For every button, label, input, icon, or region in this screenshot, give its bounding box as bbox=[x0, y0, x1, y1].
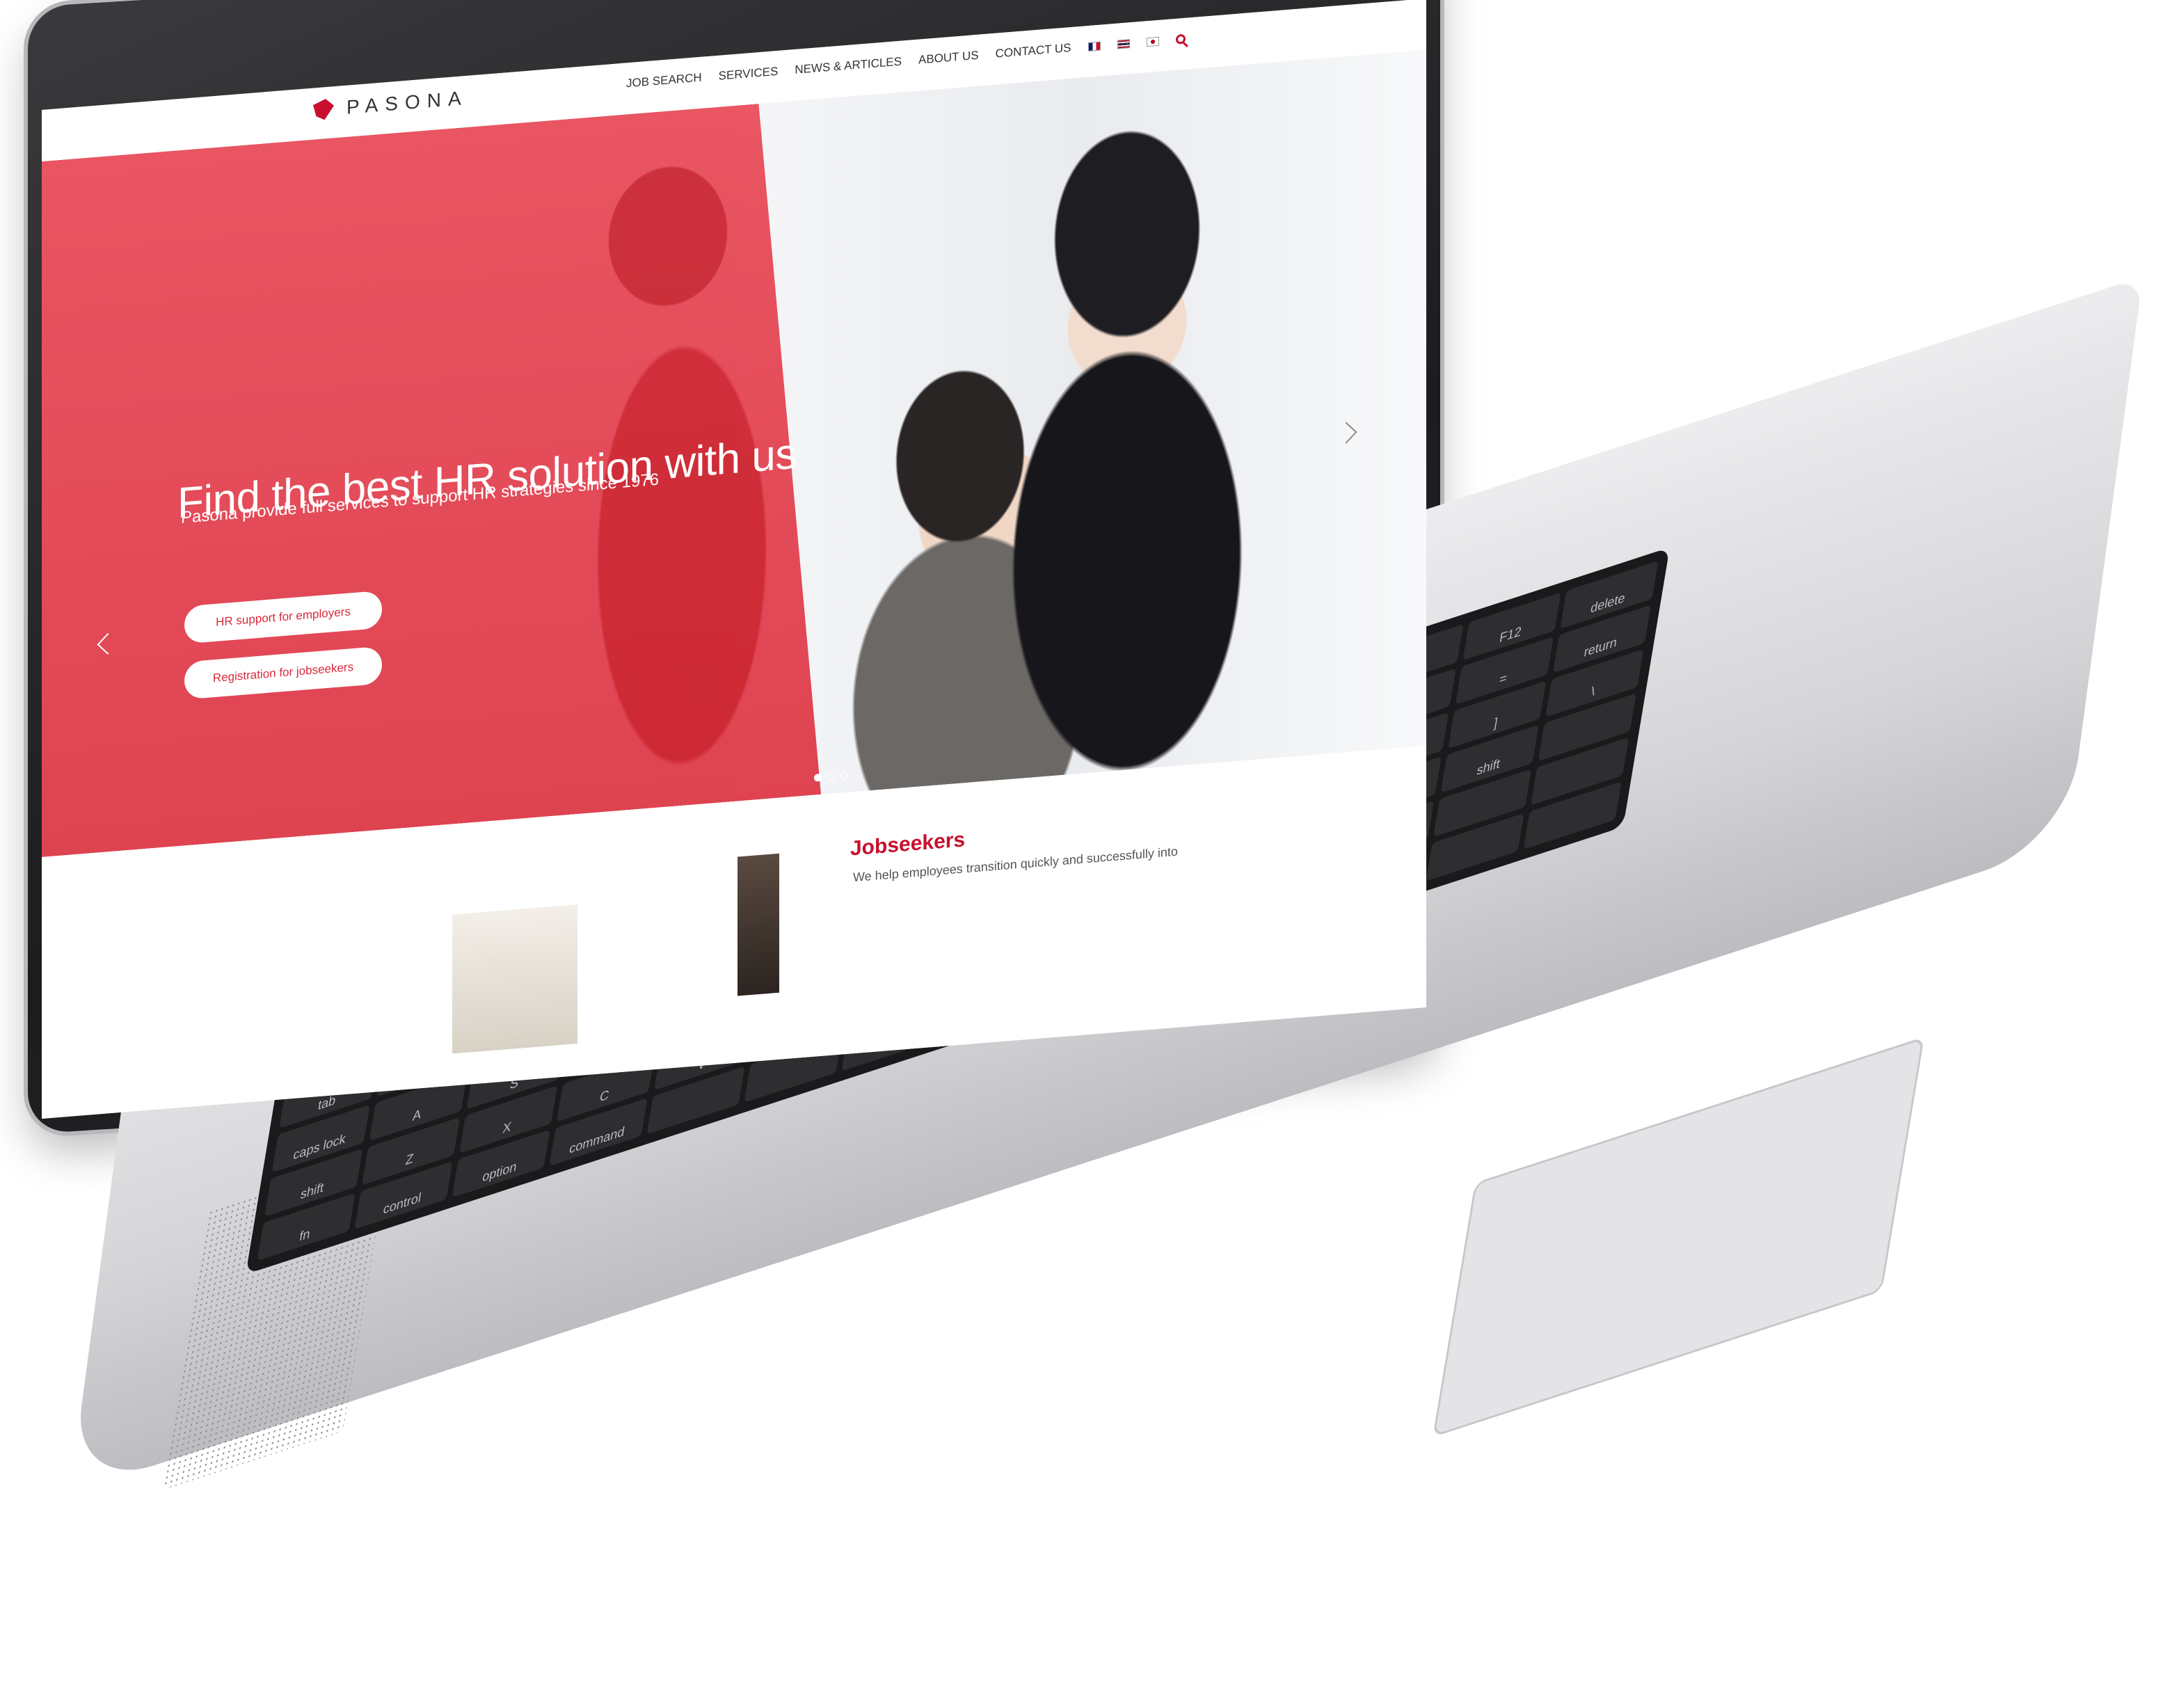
nav-contact-us[interactable]: CONTACT US bbox=[996, 41, 1071, 61]
flag-en-icon[interactable] bbox=[1087, 41, 1101, 51]
trackpad[interactable] bbox=[1432, 1037, 1924, 1437]
carousel-dot[interactable] bbox=[840, 771, 848, 780]
flag-jp-icon[interactable] bbox=[1146, 36, 1159, 47]
search-icon[interactable] bbox=[1175, 33, 1186, 45]
nav-about-us[interactable]: ABOUT US bbox=[918, 49, 979, 67]
section-image bbox=[452, 904, 577, 1054]
pasona-logo-icon bbox=[313, 98, 334, 120]
section-image bbox=[737, 853, 779, 996]
carousel-dot[interactable] bbox=[827, 772, 835, 781]
logo[interactable]: PASONA bbox=[313, 87, 468, 122]
hero-photo bbox=[737, 49, 1426, 801]
section-title: Jobseekers bbox=[850, 828, 966, 861]
carousel-dot[interactable] bbox=[814, 773, 822, 782]
nav-news-articles[interactable]: NEWS & ARTICLES bbox=[795, 55, 902, 77]
flag-th-icon[interactable] bbox=[1117, 38, 1130, 49]
logo-text: PASONA bbox=[346, 86, 468, 118]
nav-services[interactable]: SERVICES bbox=[719, 65, 779, 83]
hero-carousel: Find the best HR solution with us Pasona… bbox=[42, 49, 1426, 857]
browser-screen: PASONA JOB SEARCH SERVICES NEWS & ARTICL… bbox=[42, 0, 1426, 1119]
nav-job-search[interactable]: JOB SEARCH bbox=[626, 71, 702, 91]
